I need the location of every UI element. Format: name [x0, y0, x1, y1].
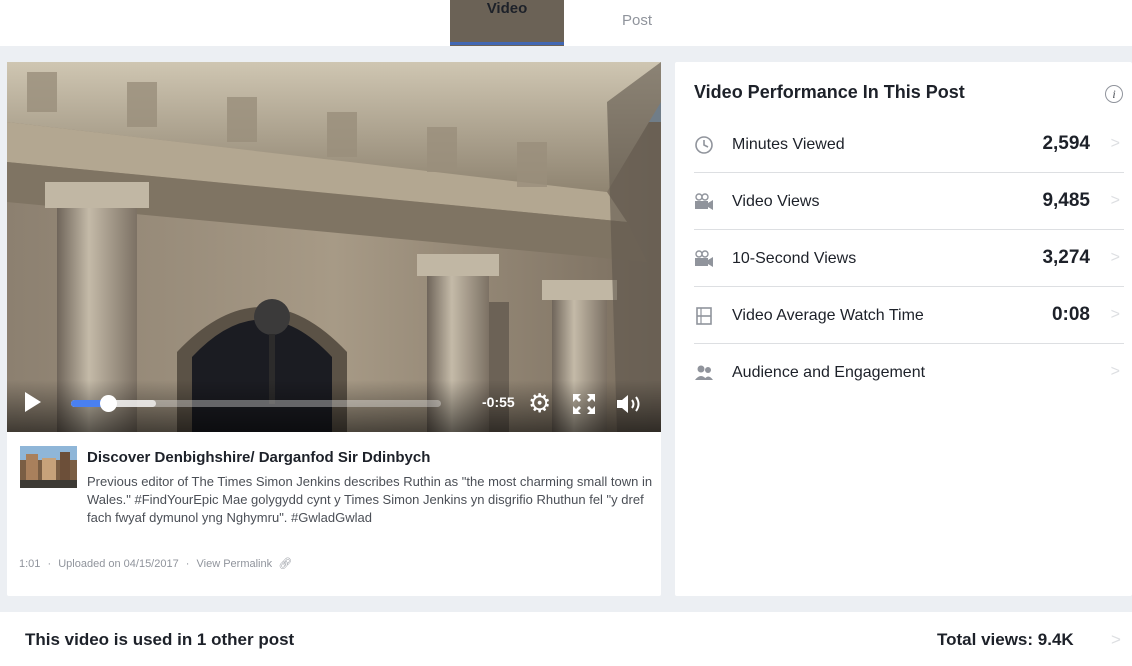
other-posts-title: This video is used in 1 other post	[25, 630, 295, 649]
performance-title: Video Performance In This Post	[694, 82, 965, 102]
video-player[interactable]: -0:55 ⚙	[7, 62, 661, 432]
metric-label: Video Average Watch Time	[732, 307, 924, 324]
metric-value: 3,274	[1042, 247, 1090, 268]
metric-value: 0:08	[1051, 304, 1090, 325]
metric-row-10-second-views[interactable]: 10-Second Views 3,274 >	[694, 230, 1124, 287]
video-description: Previous editor of The Times Simon Jenki…	[87, 474, 653, 525]
total-views[interactable]: Total views: 9.4K	[937, 630, 1074, 650]
performance-card: Video Performance In This Post i Minutes…	[675, 62, 1132, 596]
volume-icon[interactable]	[615, 392, 645, 416]
metric-label: Minutes Viewed	[732, 136, 845, 153]
link-icon: 🔗︎	[278, 558, 293, 570]
video-thumbnail[interactable]	[20, 446, 77, 488]
chevron-right-icon: >	[1110, 192, 1120, 209]
chevron-right-icon: >	[1110, 249, 1120, 266]
fullscreen-icon[interactable]	[573, 394, 595, 414]
metric-label: Video Views	[732, 193, 820, 210]
video-meta: 1:01 · Uploaded on 04/15/2017 · View Per…	[19, 557, 292, 570]
metric-value: 2,594	[1042, 133, 1090, 154]
other-posts-bar: This video is used in 1 other post Total…	[0, 612, 1132, 666]
video-frame-image	[7, 62, 661, 432]
metric-row-video-views[interactable]: Video Views 9,485 >	[694, 173, 1124, 230]
video-camera-icon	[695, 250, 713, 267]
metric-row-average-watch-time[interactable]: Video Average Watch Time 0:08 >	[694, 287, 1124, 344]
info-icon[interactable]: i	[1105, 85, 1123, 103]
tab-post[interactable]: Post	[622, 12, 652, 29]
metric-row-audience-engagement[interactable]: Audience and Engagement >	[694, 344, 1124, 401]
meta-separator: ·	[185, 558, 190, 570]
player-controls: -0:55 ⚙	[7, 380, 661, 432]
chevron-right-icon: >	[1110, 306, 1120, 323]
video-duration: 1:01	[19, 558, 41, 570]
active-tab-indicator	[450, 42, 564, 45]
progress-track[interactable]	[71, 395, 441, 412]
chevron-right-icon: >	[1110, 135, 1120, 152]
meta-separator: ·	[47, 558, 52, 570]
people-icon	[695, 365, 713, 380]
clock-icon	[695, 136, 713, 154]
time-remaining: -0:55	[482, 394, 515, 410]
metric-value: 9,485	[1042, 190, 1090, 211]
play-icon[interactable]	[25, 392, 41, 412]
progress-handle[interactable]	[100, 395, 117, 412]
video-title[interactable]: Discover Denbighshire/ Darganfod Sir Ddi…	[87, 449, 430, 466]
film-icon	[696, 307, 712, 325]
thumbnail-image	[20, 446, 77, 488]
chevron-right-icon: >	[1110, 363, 1120, 380]
upload-date: Uploaded on 04/15/2017	[58, 558, 179, 570]
video-card: -0:55 ⚙ Discover Denbighshire/ Darganfod…	[7, 62, 661, 596]
tab-bar: Video Post	[0, 0, 1132, 370]
video-camera-icon	[695, 193, 713, 210]
metric-label: 10-Second Views	[732, 250, 857, 267]
gear-icon[interactable]: ⚙	[528, 390, 551, 416]
view-permalink-link[interactable]: View Permalink	[197, 558, 273, 570]
metric-row-minutes-viewed[interactable]: Minutes Viewed 2,594 >	[694, 116, 1124, 173]
chevron-right-icon[interactable]: >	[1111, 630, 1121, 650]
metric-label: Audience and Engagement	[732, 364, 926, 381]
